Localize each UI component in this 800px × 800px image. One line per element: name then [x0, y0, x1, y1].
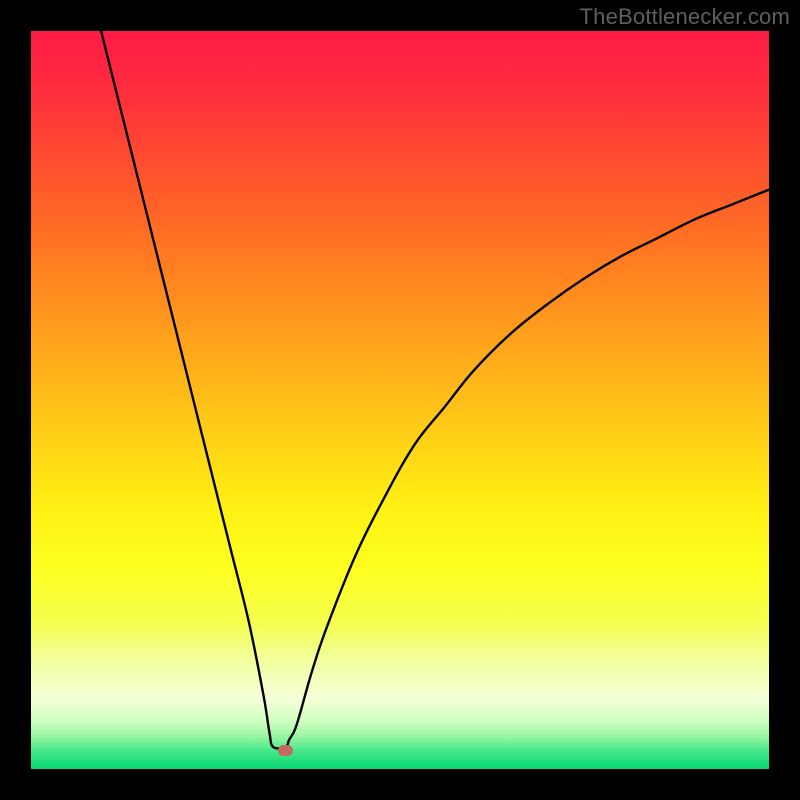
- watermark-text: TheBottlenecker.com: [580, 4, 790, 30]
- chart-frame: TheBottlenecker.com: [0, 0, 800, 800]
- plot-area: [31, 31, 769, 769]
- optimal-marker: [278, 745, 293, 756]
- bottleneck-curve: [31, 31, 769, 769]
